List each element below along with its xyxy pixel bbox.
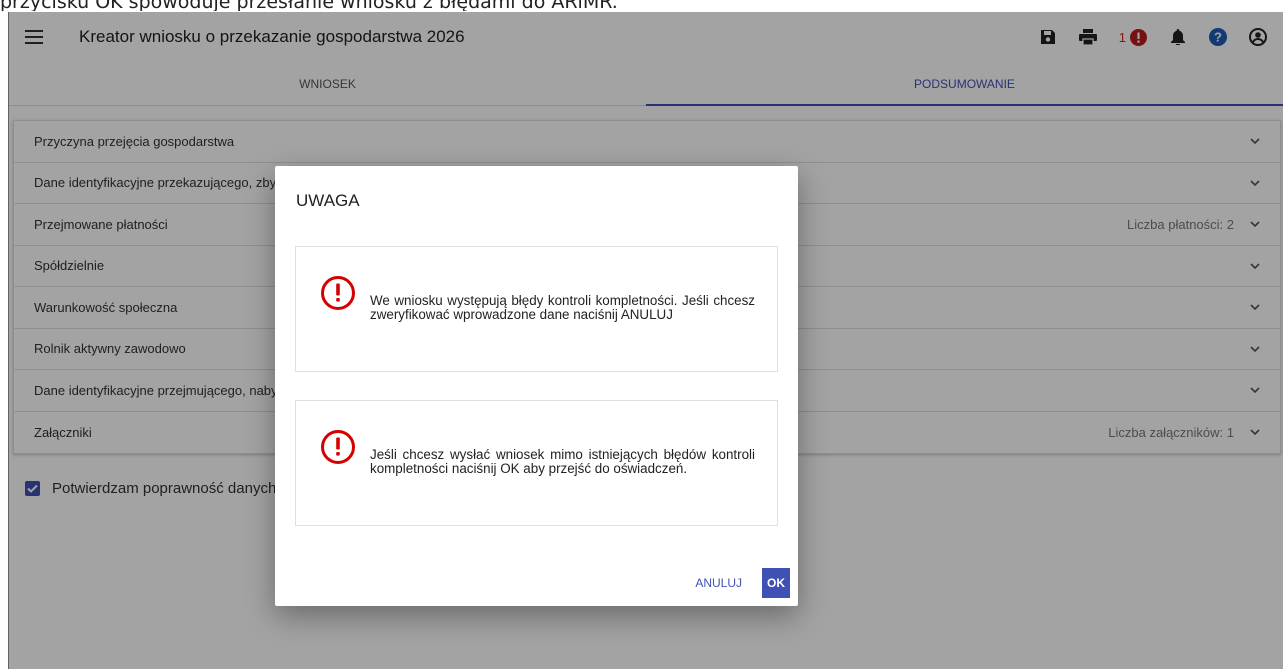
message-card-ok: Jeśli chcesz wysłać wniosek mimo istniej… bbox=[295, 400, 778, 526]
warning-icon bbox=[321, 276, 355, 310]
cancel-button[interactable]: ANULUJ bbox=[685, 568, 752, 598]
page-caption: przycisku OK spowoduje przesłanie wniosk… bbox=[0, 0, 618, 11]
message-card-cancel: We wniosku występują błędy kontroli komp… bbox=[295, 246, 778, 372]
ok-button[interactable]: OK bbox=[762, 568, 790, 598]
dialog-message: We wniosku występują błędy kontroli komp… bbox=[370, 293, 755, 322]
warning-icon bbox=[321, 430, 355, 464]
warning-dialog: UWAGA We wniosku występują błędy kontrol… bbox=[275, 166, 798, 606]
dialog-actions: ANULUJ OK bbox=[685, 568, 790, 598]
dialog-message: Jeśli chcesz wysłać wniosek mimo istniej… bbox=[370, 447, 755, 476]
dialog-title: UWAGA bbox=[296, 191, 360, 210]
